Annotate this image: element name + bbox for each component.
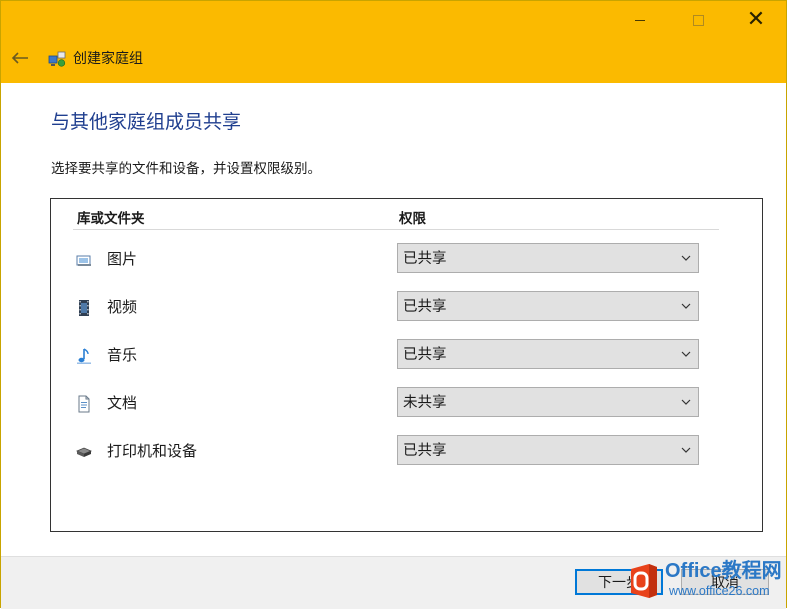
title-bar: ✕ 创建家庭组	[1, 1, 786, 83]
table-row-music: 音乐 已共享	[51, 339, 762, 371]
homegroup-icon	[48, 51, 66, 67]
documents-icon	[78, 395, 90, 413]
column-header-permission: 权限	[399, 211, 426, 227]
chevron-down-icon	[681, 255, 691, 261]
row-label: 视频	[107, 298, 138, 316]
permission-select-music[interactable]: 已共享	[397, 339, 699, 369]
table-row-documents: 文档 未共享	[51, 387, 762, 419]
chevron-down-icon	[681, 351, 691, 357]
permission-select-documents[interactable]: 未共享	[397, 387, 699, 417]
column-header-library: 库或文件夹	[77, 211, 145, 227]
pictures-icon	[76, 255, 91, 266]
chevron-down-icon	[681, 399, 691, 405]
permission-select-videos[interactable]: 已共享	[397, 291, 699, 321]
homegroup-dialog: ✕ 创建家庭组 与其他家庭组成员共享 选择要共享的文件和设备，并设置权限级别。 …	[0, 0, 787, 609]
select-value: 已共享	[403, 443, 447, 459]
table-row-printers: 打印机和设备 已共享	[51, 435, 762, 467]
select-value: 已共享	[403, 251, 447, 267]
permission-select-pictures[interactable]: 已共享	[397, 243, 699, 273]
share-settings-panel: 库或文件夹 权限 图片 已共享 视频 已共享 音乐 已共享 文档 未共享 打印机…	[50, 198, 763, 532]
window-title: 创建家庭组	[73, 51, 143, 67]
back-button[interactable]	[7, 47, 33, 69]
select-value: 已共享	[403, 347, 447, 363]
row-label: 文档	[107, 394, 138, 412]
table-row-videos: 视频 已共享	[51, 291, 762, 323]
table-row-pictures: 图片 已共享	[51, 243, 762, 275]
page-heading: 与其他家庭组成员共享	[51, 111, 242, 133]
music-icon	[77, 348, 91, 364]
permission-select-printers[interactable]: 已共享	[397, 435, 699, 465]
watermark-title: Office教程网	[665, 560, 782, 582]
row-label: 音乐	[107, 346, 138, 364]
page-description: 选择要共享的文件和设备，并设置权限级别。	[51, 161, 321, 177]
row-label: 图片	[107, 250, 138, 268]
videos-icon	[79, 300, 89, 316]
header-divider	[73, 229, 719, 230]
close-icon: ✕	[746, 7, 766, 32]
minimize-button[interactable]	[611, 1, 669, 39]
select-value: 未共享	[403, 395, 447, 411]
chevron-down-icon	[681, 447, 691, 453]
select-value: 已共享	[403, 299, 447, 315]
maximize-icon	[692, 14, 704, 26]
back-arrow-icon	[11, 52, 28, 64]
office-logo-icon	[631, 564, 657, 598]
chevron-down-icon	[681, 303, 691, 309]
close-button[interactable]: ✕	[727, 1, 785, 39]
printer-icon	[75, 447, 93, 457]
maximize-button[interactable]	[669, 1, 727, 39]
row-label: 打印机和设备	[107, 442, 198, 460]
watermark-url: www.office26.com	[669, 584, 770, 598]
watermark: Office教程网 www.office26.com	[623, 557, 783, 605]
minimize-icon	[635, 19, 645, 21]
